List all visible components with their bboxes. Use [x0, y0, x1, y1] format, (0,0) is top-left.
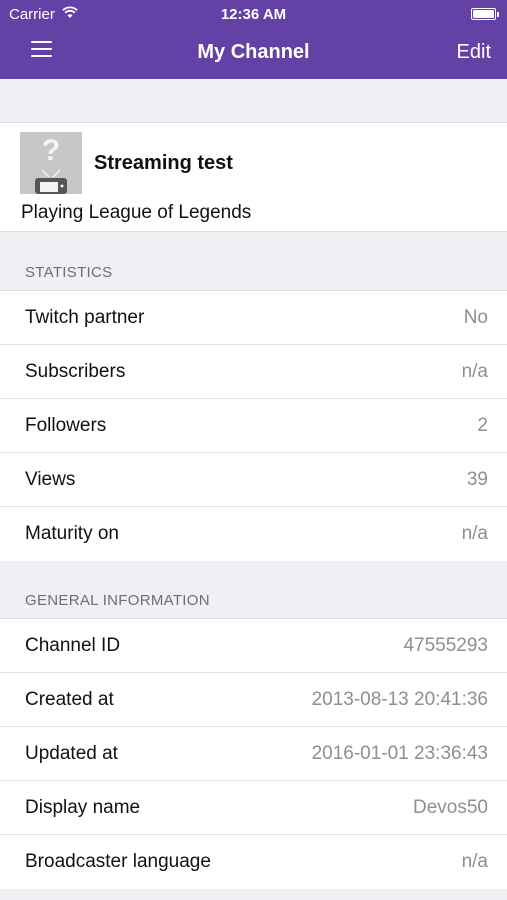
- row-label: Followers: [25, 415, 107, 436]
- row-value: No: [463, 307, 488, 328]
- info-row-broadcaster-language[interactable]: Broadcaster language n/a: [0, 835, 507, 889]
- stat-row-followers[interactable]: Followers 2: [0, 399, 507, 453]
- navigation-bar: My Channel Edit: [0, 28, 507, 79]
- row-label: Twitch partner: [25, 307, 145, 328]
- channel-status: Playing League of Legends: [21, 202, 252, 223]
- edit-button[interactable]: Edit: [457, 41, 491, 64]
- row-label: Updated at: [25, 743, 118, 764]
- stat-row-twitch-partner[interactable]: Twitch partner No: [0, 291, 507, 345]
- stat-row-views[interactable]: Views 39: [0, 453, 507, 507]
- general-info-group: Channel ID 47555293 Created at 2013-08-1…: [0, 618, 507, 889]
- row-value: n/a: [461, 361, 488, 382]
- status-bar: Carrier 12:36 AM: [0, 0, 507, 28]
- channel-name: Streaming test: [94, 152, 233, 174]
- row-value: n/a: [461, 851, 488, 872]
- row-label: Views: [25, 469, 76, 490]
- stat-row-maturity[interactable]: Maturity on n/a: [0, 507, 507, 561]
- row-value: Devos50: [413, 797, 488, 818]
- info-row-updated-at[interactable]: Updated at 2016-01-01 23:36:43: [0, 727, 507, 781]
- row-value: 2: [477, 415, 488, 436]
- row-value: n/a: [461, 523, 488, 544]
- info-row-display-name[interactable]: Display name Devos50: [0, 781, 507, 835]
- row-label: Created at: [25, 689, 114, 710]
- row-label: Channel ID: [25, 635, 121, 656]
- statistics-group: Twitch partner No Subscribers n/a Follow…: [0, 290, 507, 561]
- channel-header-card: ? Streaming test Playing League of Legen…: [0, 122, 507, 232]
- row-label: Subscribers: [25, 361, 126, 382]
- page-title: My Channel: [197, 41, 310, 63]
- svg-text:?: ?: [42, 134, 60, 167]
- row-value: 39: [466, 469, 488, 490]
- info-row-channel-id[interactable]: Channel ID 47555293: [0, 619, 507, 673]
- row-value: 47555293: [403, 635, 488, 656]
- general-info-section-header: GENERAL INFORMATION: [25, 592, 210, 609]
- statistics-section-header: STATISTICS: [25, 264, 113, 281]
- top-bar: Carrier 12:36 AM My Channel Edit: [0, 0, 507, 79]
- stat-row-subscribers[interactable]: Subscribers n/a: [0, 345, 507, 399]
- info-row-created-at[interactable]: Created at 2013-08-13 20:41:36: [0, 673, 507, 727]
- row-label: Display name: [25, 797, 141, 818]
- placeholder-tv-question-icon: ?: [20, 132, 82, 194]
- battery-icon: [471, 8, 499, 20]
- row-label: Broadcaster language: [25, 851, 211, 872]
- row-value: 2016-01-01 23:36:43: [311, 743, 488, 764]
- row-label: Maturity on: [25, 523, 119, 544]
- row-value: 2013-08-13 20:41:36: [311, 689, 488, 710]
- clock-time: 12:36 AM: [220, 6, 287, 23]
